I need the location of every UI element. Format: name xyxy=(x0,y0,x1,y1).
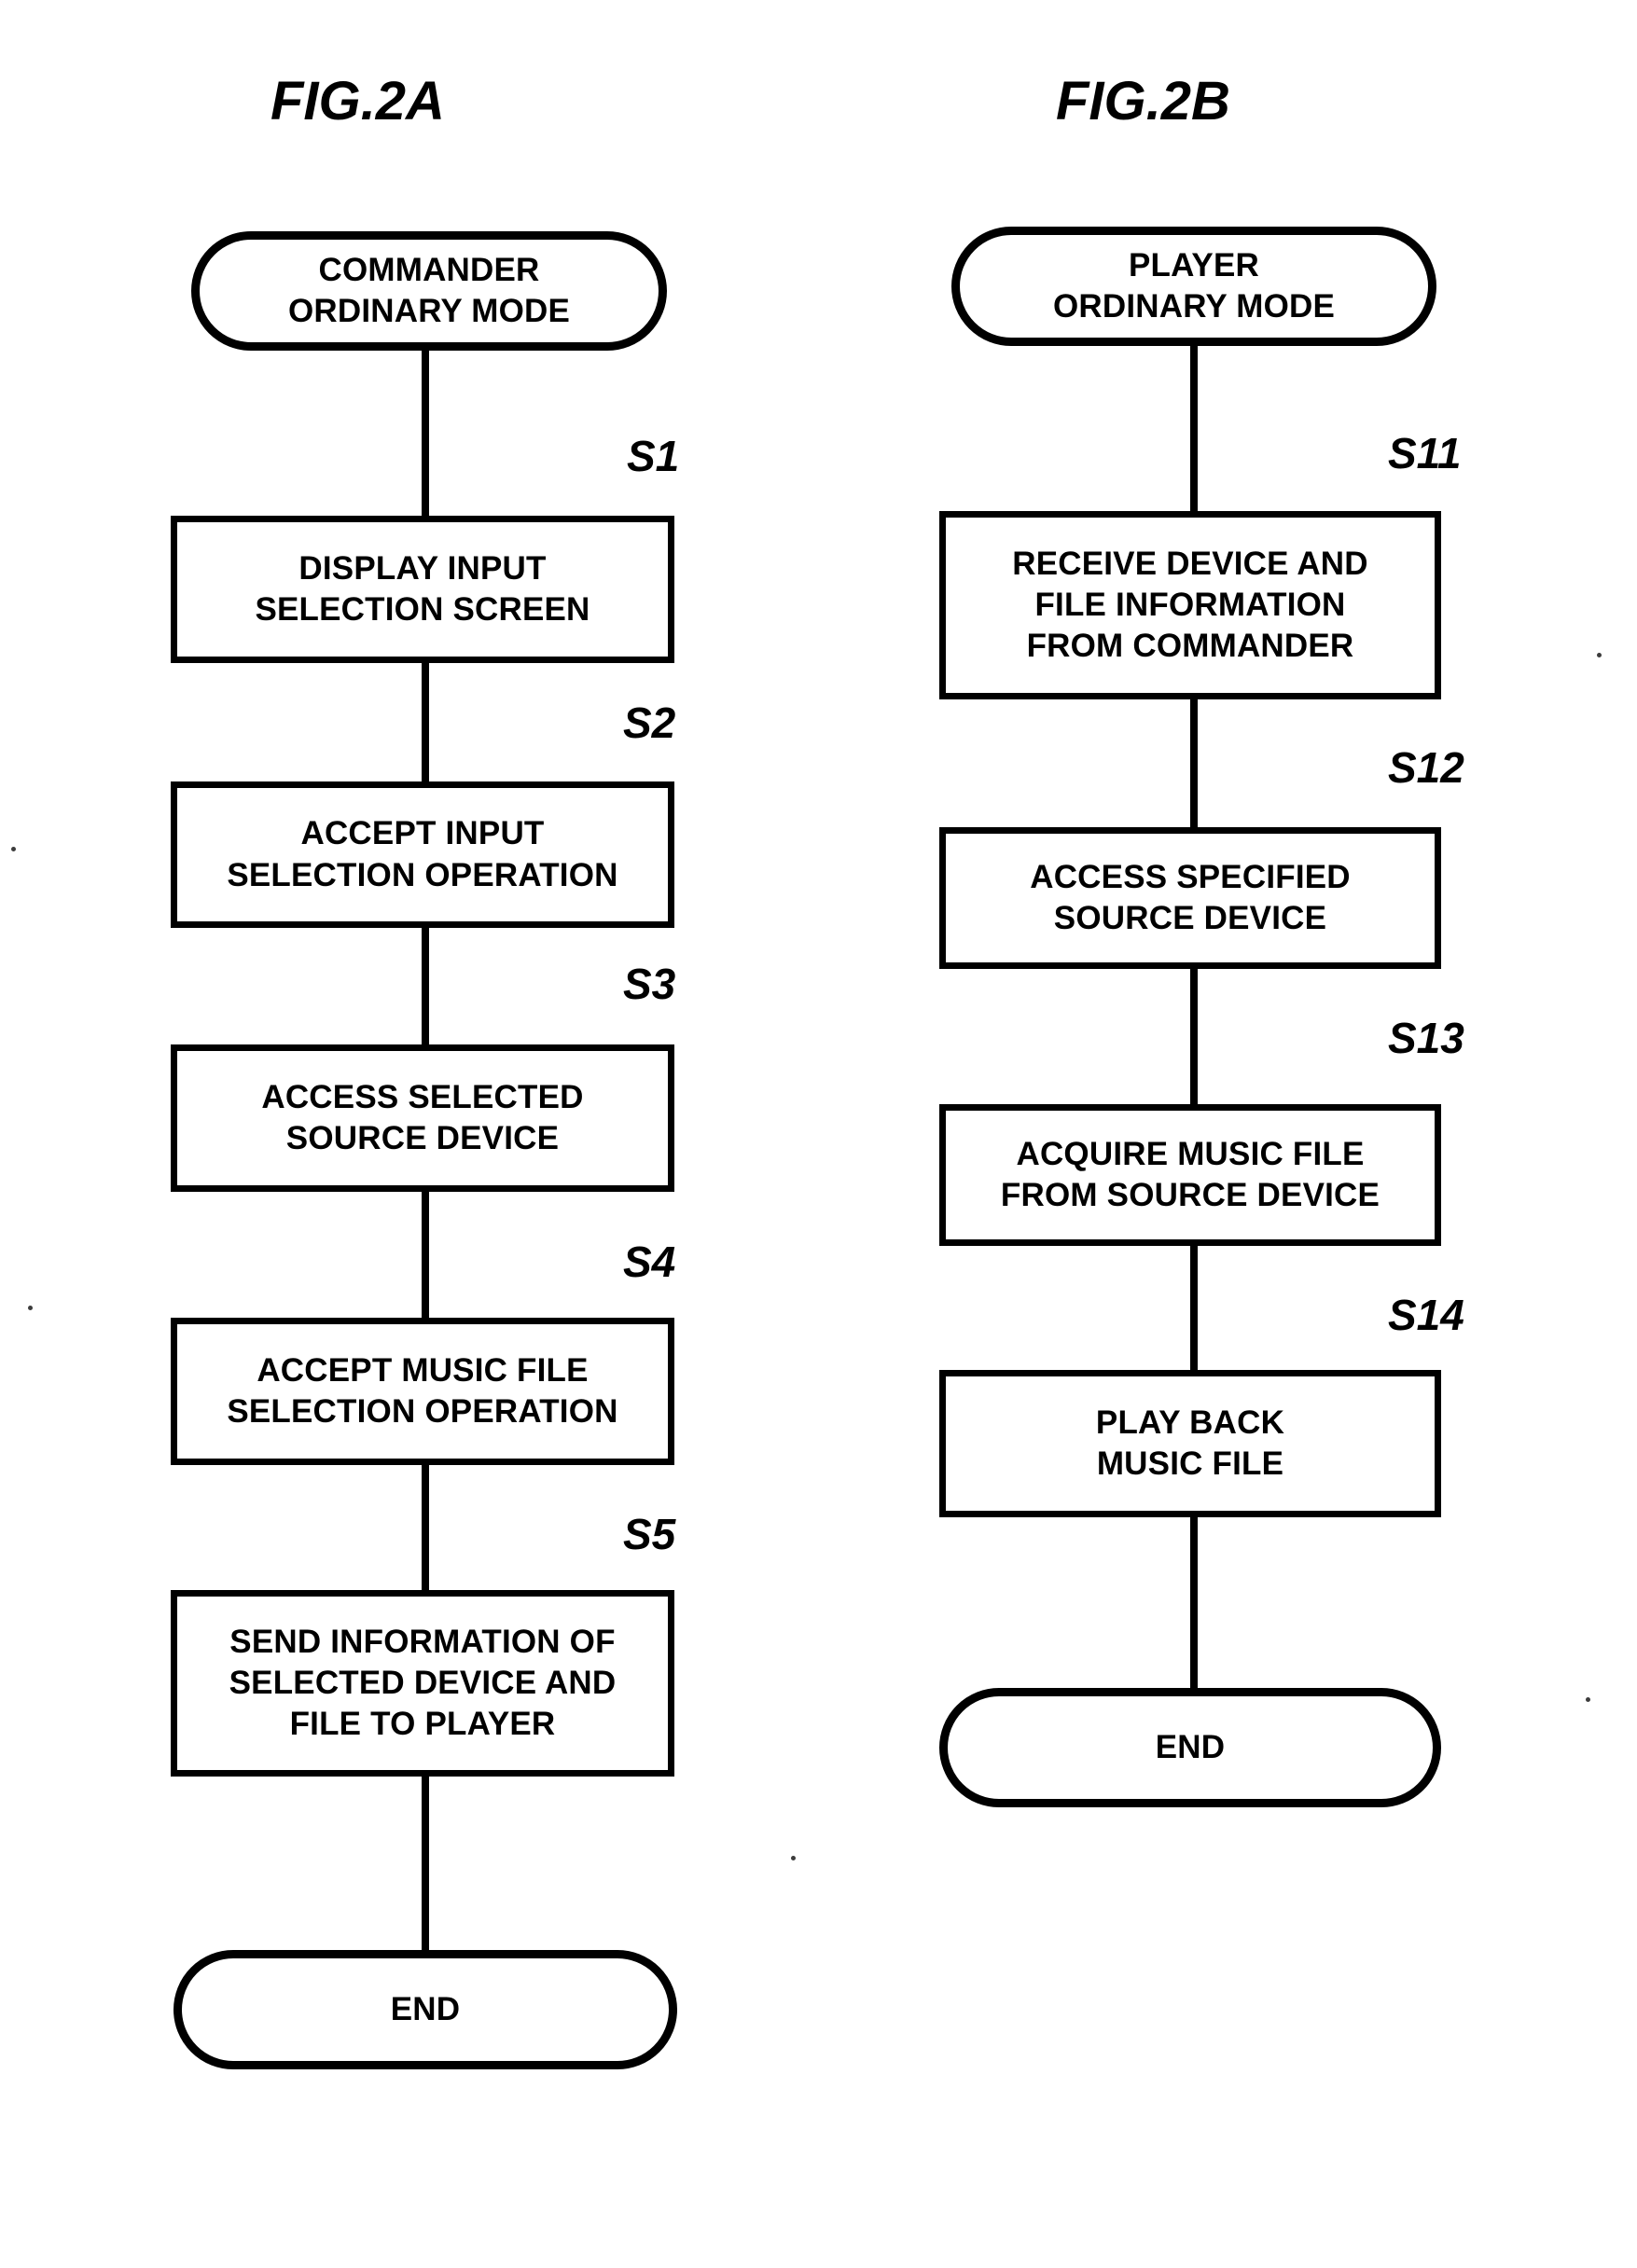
terminal-player-end: END xyxy=(939,1688,1441,1807)
connector-start-to-s1 xyxy=(422,351,429,516)
scan-speckle xyxy=(791,1856,796,1860)
connector-s11-to-s12 xyxy=(1190,699,1198,827)
connector-s2-to-s3 xyxy=(422,928,429,1044)
process-box-s5-line-3: FILE TO PLAYER xyxy=(289,1706,556,1743)
process-box-s2: ACCEPT INPUT SELECTION OPERATION xyxy=(171,781,674,928)
step-tag-s13: S13 xyxy=(1388,1014,1464,1062)
step-tag-s14: S14 xyxy=(1388,1291,1464,1339)
scan-speckle xyxy=(1586,1697,1590,1702)
process-box-s3-line-1: ACCESS SELECTED xyxy=(261,1078,584,1115)
patent-figure-sheet: FIG.2A COMMANDER ORDINARY MODE S1 DISPLA… xyxy=(0,0,1637,2268)
connector-s14-to-end xyxy=(1190,1517,1198,1688)
terminal-player-start-line-1: PLAYER xyxy=(1129,246,1259,284)
process-box-s5-line-1: SEND INFORMATION OF xyxy=(229,1623,616,1660)
process-box-s3-line-2: SOURCE DEVICE xyxy=(285,1120,560,1156)
terminal-player-start-line-2: ORDINARY MODE xyxy=(1052,288,1336,325)
connector-s5-to-end xyxy=(422,1777,429,1950)
process-box-s13-line-1: ACQUIRE MUSIC FILE xyxy=(1016,1135,1365,1172)
scan-speckle xyxy=(28,1306,33,1310)
step-tag-s4: S4 xyxy=(623,1238,676,1286)
connector-s1-to-s2 xyxy=(422,663,429,781)
process-box-s4: ACCEPT MUSIC FILE SELECTION OPERATION xyxy=(171,1318,674,1465)
process-box-s13: ACQUIRE MUSIC FILE FROM SOURCE DEVICE xyxy=(939,1104,1441,1246)
terminal-commander-end-label: END xyxy=(390,1990,461,2027)
process-box-s5-line-2: SELECTED DEVICE AND xyxy=(229,1664,617,1701)
process-box-s12-line-1: ACCESS SPECIFIED xyxy=(1030,858,1351,895)
process-box-s11-line-3: FROM COMMANDER xyxy=(1026,628,1354,665)
step-tag-s2: S2 xyxy=(623,698,676,747)
process-box-s1-line-1: DISPLAY INPUT xyxy=(298,549,547,587)
connector-s3-to-s4 xyxy=(422,1192,429,1318)
scan-speckle xyxy=(11,847,16,851)
process-box-s12: ACCESS SPECIFIED SOURCE DEVICE xyxy=(939,827,1441,969)
connector-s13-to-s14 xyxy=(1190,1246,1198,1370)
step-tag-s5: S5 xyxy=(623,1510,676,1558)
step-tag-s11: S11 xyxy=(1388,429,1462,477)
step-tag-s1: S1 xyxy=(627,432,680,480)
process-box-s14: PLAY BACK MUSIC FILE xyxy=(939,1370,1441,1517)
process-box-s14-line-2: MUSIC FILE xyxy=(1096,1445,1284,1482)
terminal-commander-start: COMMANDER ORDINARY MODE xyxy=(191,231,667,351)
scan-speckle xyxy=(1597,653,1602,657)
process-box-s4-line-1: ACCEPT MUSIC FILE xyxy=(257,1351,589,1389)
connector-s12-to-s13 xyxy=(1190,969,1198,1104)
process-box-s11-line-1: RECEIVE DEVICE AND xyxy=(1012,545,1368,582)
process-box-s1: DISPLAY INPUT SELECTION SCREEN xyxy=(171,516,674,663)
process-box-s5: SEND INFORMATION OF SELECTED DEVICE AND … xyxy=(171,1590,674,1777)
process-box-s11: RECEIVE DEVICE AND FILE INFORMATION FROM… xyxy=(939,511,1441,699)
connector-s4-to-s5 xyxy=(422,1465,429,1590)
process-box-s4-line-2: SELECTION OPERATION xyxy=(227,1393,618,1430)
process-box-s13-line-2: FROM SOURCE DEVICE xyxy=(1000,1177,1380,1213)
terminal-commander-start-line-2: ORDINARY MODE xyxy=(287,293,571,329)
step-tag-s12: S12 xyxy=(1388,743,1464,792)
process-box-s1-line-2: SELECTION SCREEN xyxy=(255,591,590,628)
flowchart-player: PLAYER ORDINARY MODE S11 RECEIVE DEVICE … xyxy=(784,0,1586,2268)
process-box-s12-line-2: SOURCE DEVICE xyxy=(1053,900,1327,936)
process-box-s14-line-1: PLAY BACK xyxy=(1095,1404,1285,1441)
process-box-s11-line-2: FILE INFORMATION xyxy=(1034,586,1346,623)
terminal-commander-end: END xyxy=(173,1950,677,2069)
terminal-player-end-label: END xyxy=(1155,1728,1226,1765)
connector-start-to-s11 xyxy=(1190,346,1198,511)
terminal-commander-start-line-1: COMMANDER xyxy=(318,251,540,288)
step-tag-s3: S3 xyxy=(623,960,676,1008)
process-box-s3: ACCESS SELECTED SOURCE DEVICE xyxy=(171,1044,674,1192)
terminal-player-start: PLAYER ORDINARY MODE xyxy=(951,227,1436,346)
process-box-s2-line-1: ACCEPT INPUT xyxy=(300,815,545,852)
process-box-s2-line-2: SELECTION OPERATION xyxy=(227,856,618,893)
flowchart-commander: COMMANDER ORDINARY MODE S1 DISPLAY INPUT… xyxy=(0,0,802,2268)
